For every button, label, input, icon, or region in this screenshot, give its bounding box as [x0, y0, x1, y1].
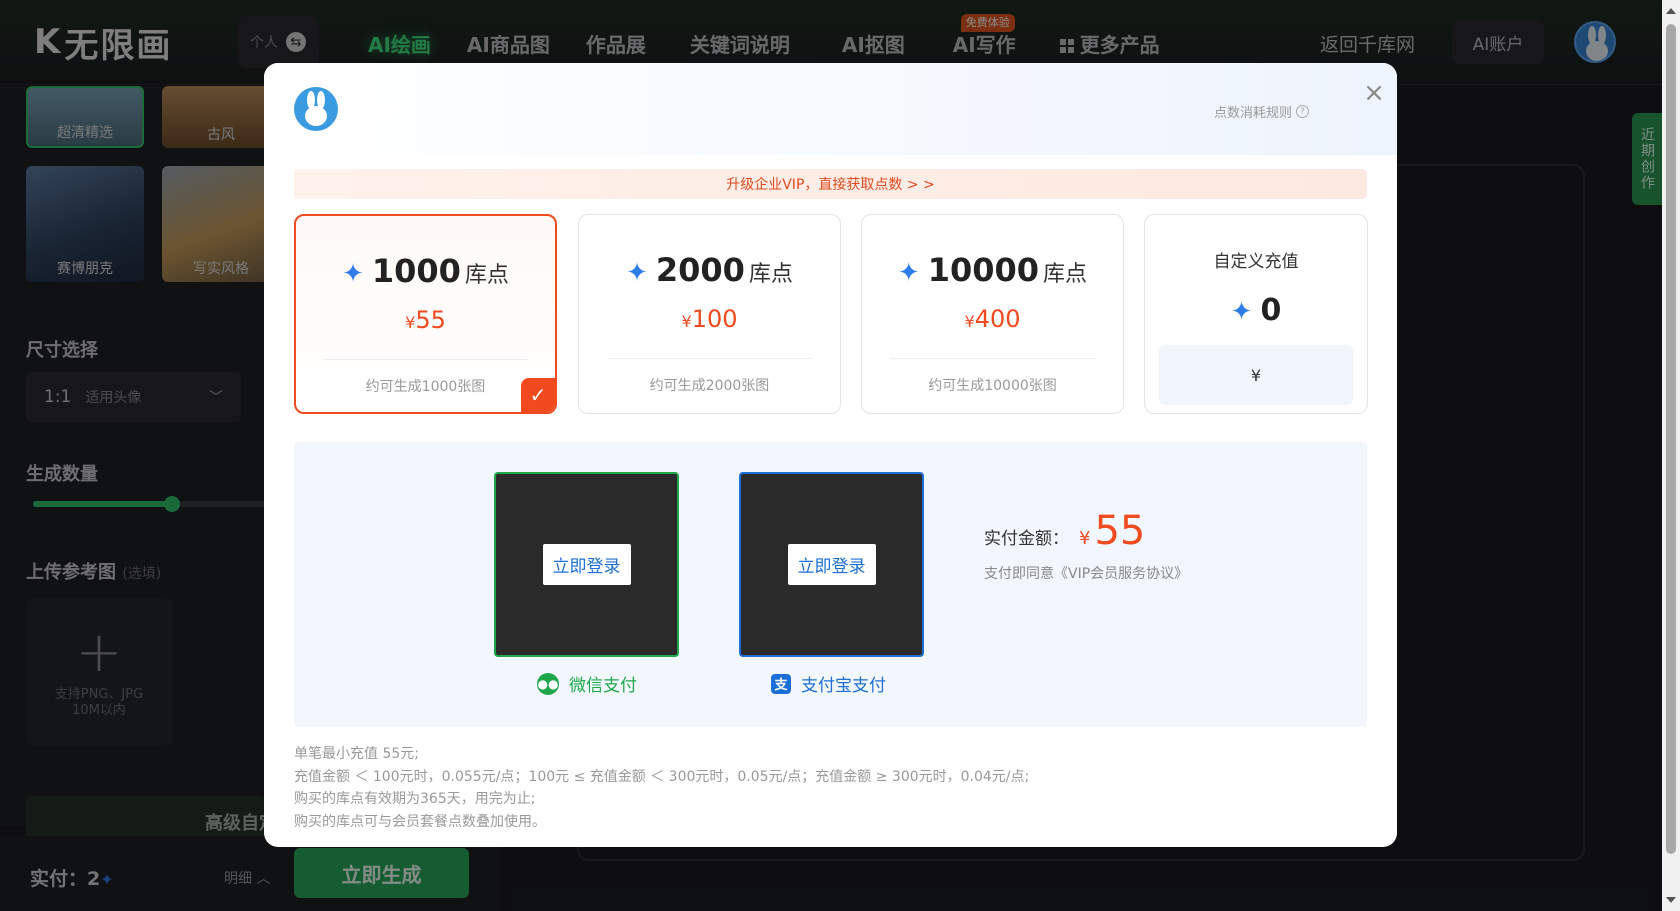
divider: [607, 358, 812, 359]
package-list: ✦ 1000 库点 ¥55 约可生成1000张图 ✓ ✦ 2000 库点 ¥100 约可…: [294, 214, 1368, 414]
alipay-icon: 支: [771, 673, 791, 694]
currency-symbol: ¥: [405, 313, 416, 332]
package-amount: ✦ 1000 库点: [296, 252, 555, 290]
package-price: ¥55: [296, 306, 555, 334]
package-1000[interactable]: ✦ 1000 库点 ¥55 约可生成1000张图 ✓: [294, 214, 557, 414]
package-10000[interactable]: ✦ 10000 库点 ¥400 约可生成10000张图: [861, 214, 1124, 414]
payment-area: 立即登录 立即登录 ●● 微信支付 支 支付宝支付 实付金额： ¥ 55 支付即…: [294, 442, 1367, 727]
package-price: ¥400: [862, 305, 1123, 333]
amount-value: 10000: [927, 251, 1040, 289]
price-value: 100: [691, 305, 738, 333]
vip-agreement-link[interactable]: 支付即同意《VIP会员服务协议》: [984, 563, 1188, 583]
price-value: 55: [415, 306, 446, 334]
check-icon: ✓: [521, 378, 555, 412]
wechat-login-button[interactable]: 立即登录: [542, 544, 631, 585]
points-rules-link[interactable]: 点数消耗规则 ?: [1214, 102, 1310, 121]
package-price: ¥100: [579, 305, 840, 333]
scrollbar-thumb[interactable]: [1666, 24, 1676, 854]
custom-amount: ✦ 0: [1145, 293, 1367, 328]
divider: [324, 359, 527, 360]
rabbit-avatar-icon: [305, 91, 327, 126]
close-button[interactable]: ×: [1362, 80, 1386, 106]
sparkle-icon: ✦: [897, 258, 920, 288]
vip-upgrade-banner[interactable]: 升级企业VIP，直接获取点数 > >: [294, 169, 1367, 199]
custom-amount-value: 0: [1260, 293, 1282, 328]
scroll-down-arrow-icon[interactable]: [1666, 897, 1676, 903]
note-line: 充值金额 ＜ 100元时，0.055元/点；100元 ≤ 充值金额 ＜ 300元…: [294, 768, 1030, 785]
currency-symbol: ¥: [964, 312, 975, 331]
divider: [890, 358, 1095, 359]
sparkle-icon: ✦: [1230, 297, 1253, 327]
page-scrollbar[interactable]: [1662, 0, 1680, 911]
total-amount: 实付金额： ¥ 55: [984, 508, 1145, 554]
package-custom[interactable]: 自定义充值 ✦ 0 ¥: [1144, 214, 1368, 414]
question-icon: ?: [1296, 105, 1310, 118]
package-2000[interactable]: ✦ 2000 库点 ¥100 约可生成2000张图: [578, 214, 841, 414]
price-value: 400: [974, 305, 1021, 333]
rules-label: 点数消耗规则: [1214, 106, 1293, 121]
scroll-up-arrow-icon[interactable]: [1666, 8, 1676, 14]
currency-symbol: ¥: [1079, 528, 1091, 549]
custom-amount-input[interactable]: ¥: [1159, 345, 1353, 405]
alipay-qr-box: 立即登录: [739, 472, 924, 657]
username: 未登录: [354, 101, 400, 119]
alipay-pay-label: 支 支付宝支付: [771, 671, 886, 696]
recharge-notes: 单笔最小充值 55元; 充值金额 ＜ 100元时，0.055元/点；100元 ≤…: [294, 743, 1029, 833]
package-estimate: 约可生成1000张图: [365, 379, 486, 395]
package-amount: ✦ 10000 库点: [862, 251, 1123, 289]
amount-unit: 库点: [1043, 262, 1088, 287]
amount-unit: 库点: [748, 262, 793, 287]
note-line: 购买的库点可与会员套餐点数叠加使用。: [294, 813, 546, 830]
recharge-modal: 未登录 点数消耗规则 ? × 升级企业VIP，直接获取点数 > > ✦ 1000 库…: [264, 63, 1397, 847]
currency-symbol: ¥: [681, 312, 692, 331]
wechat-pay-label: ●● 微信支付: [537, 671, 637, 696]
alipay-login-button[interactable]: 立即登录: [787, 544, 876, 585]
amount-unit: 库点: [464, 263, 509, 288]
total-label: 实付金额：: [984, 529, 1069, 549]
custom-title: 自定义充值: [1213, 252, 1299, 272]
package-estimate: 约可生成10000张图: [928, 378, 1057, 394]
sparkle-icon: ✦: [626, 258, 648, 288]
note-line: 单笔最小充值 55元;: [294, 746, 419, 762]
package-estimate: 约可生成2000张图: [649, 378, 770, 394]
wechat-qr-box: 立即登录: [494, 472, 679, 657]
wechat-label-text: 微信支付: [569, 676, 637, 696]
note-line: 购买的库点有效期为365天，用完为止;: [294, 791, 536, 807]
sparkle-icon: ✦: [342, 259, 364, 289]
amount-value: 1000: [371, 252, 461, 290]
alipay-label-text: 支付宝支付: [801, 676, 886, 696]
modal-header: 未登录 点数消耗规则 ? ×: [264, 63, 1397, 155]
wechat-icon: ●●: [537, 672, 559, 695]
amount-value: 2000: [655, 251, 745, 289]
avatar: [294, 87, 338, 131]
package-amount: ✦ 2000 库点: [579, 251, 840, 289]
total-value: 55: [1094, 508, 1146, 554]
